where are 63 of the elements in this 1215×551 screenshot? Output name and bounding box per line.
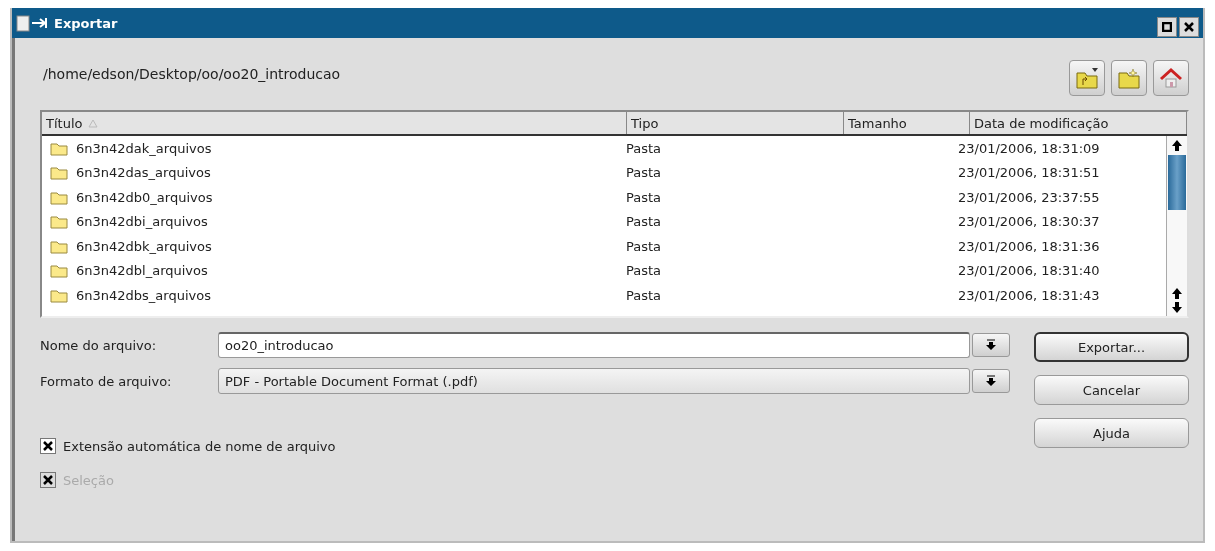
down-arrow-icon [1170,300,1184,314]
column-header[interactable]: Título [42,112,627,134]
folder-icon [50,263,68,279]
folder-icon [50,238,68,254]
column-header[interactable]: Tamanho [844,112,970,134]
folder-icon [50,189,68,205]
modified-date: 23/01/2006, 18:30:37 [958,214,1100,230]
dialog-button[interactable]: Exportar... [1034,332,1189,362]
down-arrow-icon [985,339,997,351]
scrollbar[interactable] [1166,136,1187,316]
close-icon [1184,22,1194,32]
column-header[interactable]: Tipo [627,112,844,134]
close-button[interactable] [1179,17,1199,37]
file-type: Pasta [626,263,662,279]
maximize-button[interactable] [1157,17,1177,37]
file-type: Pasta [626,287,662,303]
file-type: Pasta [626,189,662,205]
folder-icon [50,140,68,156]
modified-date: 23/01/2006, 18:31:43 [958,287,1100,303]
down-arrow-icon [985,375,997,387]
filename-field[interactable]: oo20_introducao [218,332,970,358]
file-name[interactable]: 6n3n42db0_arquivos [76,189,213,205]
field-label: Formato de arquivo: [40,373,173,389]
up-arrow-icon [1170,286,1184,300]
file-type: Pasta [626,238,662,254]
checkbox[interactable] [40,438,56,454]
dropdown-button[interactable] [972,369,1010,393]
scroll-thumb[interactable] [1168,155,1186,210]
modified-date: 23/01/2006, 18:31:36 [958,238,1100,254]
file-type: Pasta [626,140,662,156]
new-folder-button[interactable] [1111,60,1147,96]
modified-date: 23/01/2006, 18:31:40 [958,263,1100,279]
modified-date: 23/01/2006, 23:37:55 [958,189,1100,205]
file-name[interactable]: 6n3n42dbl_arquivos [76,263,208,279]
modified-date: 23/01/2006, 18:31:51 [958,165,1100,181]
sort-arrow-icon [88,118,99,128]
modified-date: 23/01/2006, 18:31:09 [958,140,1100,156]
folder-path: /home/edson/Desktop/oo/oo20_introducao [42,66,341,82]
dropdown-button[interactable] [972,333,1010,357]
file-name[interactable]: 6n3n42das_arquivos [76,165,211,181]
up-arrow-icon [1170,138,1184,152]
file-type: Pasta [626,165,662,181]
home-button[interactable] [1153,60,1189,96]
file-name[interactable]: 6n3n42dbi_arquivos [76,214,208,230]
file-name[interactable]: 6n3n42dbs_arquivos [76,287,211,303]
up-folder-button[interactable] [1069,60,1105,96]
folder-icon [50,214,68,230]
dialog-button[interactable]: Ajuda [1034,418,1189,448]
column-header[interactable]: Data de modificação [970,112,1187,134]
export-icon [16,13,50,33]
format-dropdown[interactable]: PDF - Portable Document Format (.pdf) [218,368,970,394]
new-folder-icon [1117,67,1141,89]
home-icon [1159,67,1183,89]
window-title: Exportar [54,15,119,31]
dialog-button[interactable]: Cancelar [1034,375,1189,405]
folder-icon [50,287,68,303]
folder-icon [50,165,68,181]
checkbox-label: Extensão automática de nome de arquivo [63,438,336,454]
file-name[interactable]: 6n3n42dbk_arquivos [76,238,212,254]
file-name[interactable]: 6n3n42dak_arquivos [76,140,212,156]
folder-up-icon [1075,67,1099,89]
file-type: Pasta [626,214,662,230]
field-label: Nome do arquivo: [40,337,158,353]
